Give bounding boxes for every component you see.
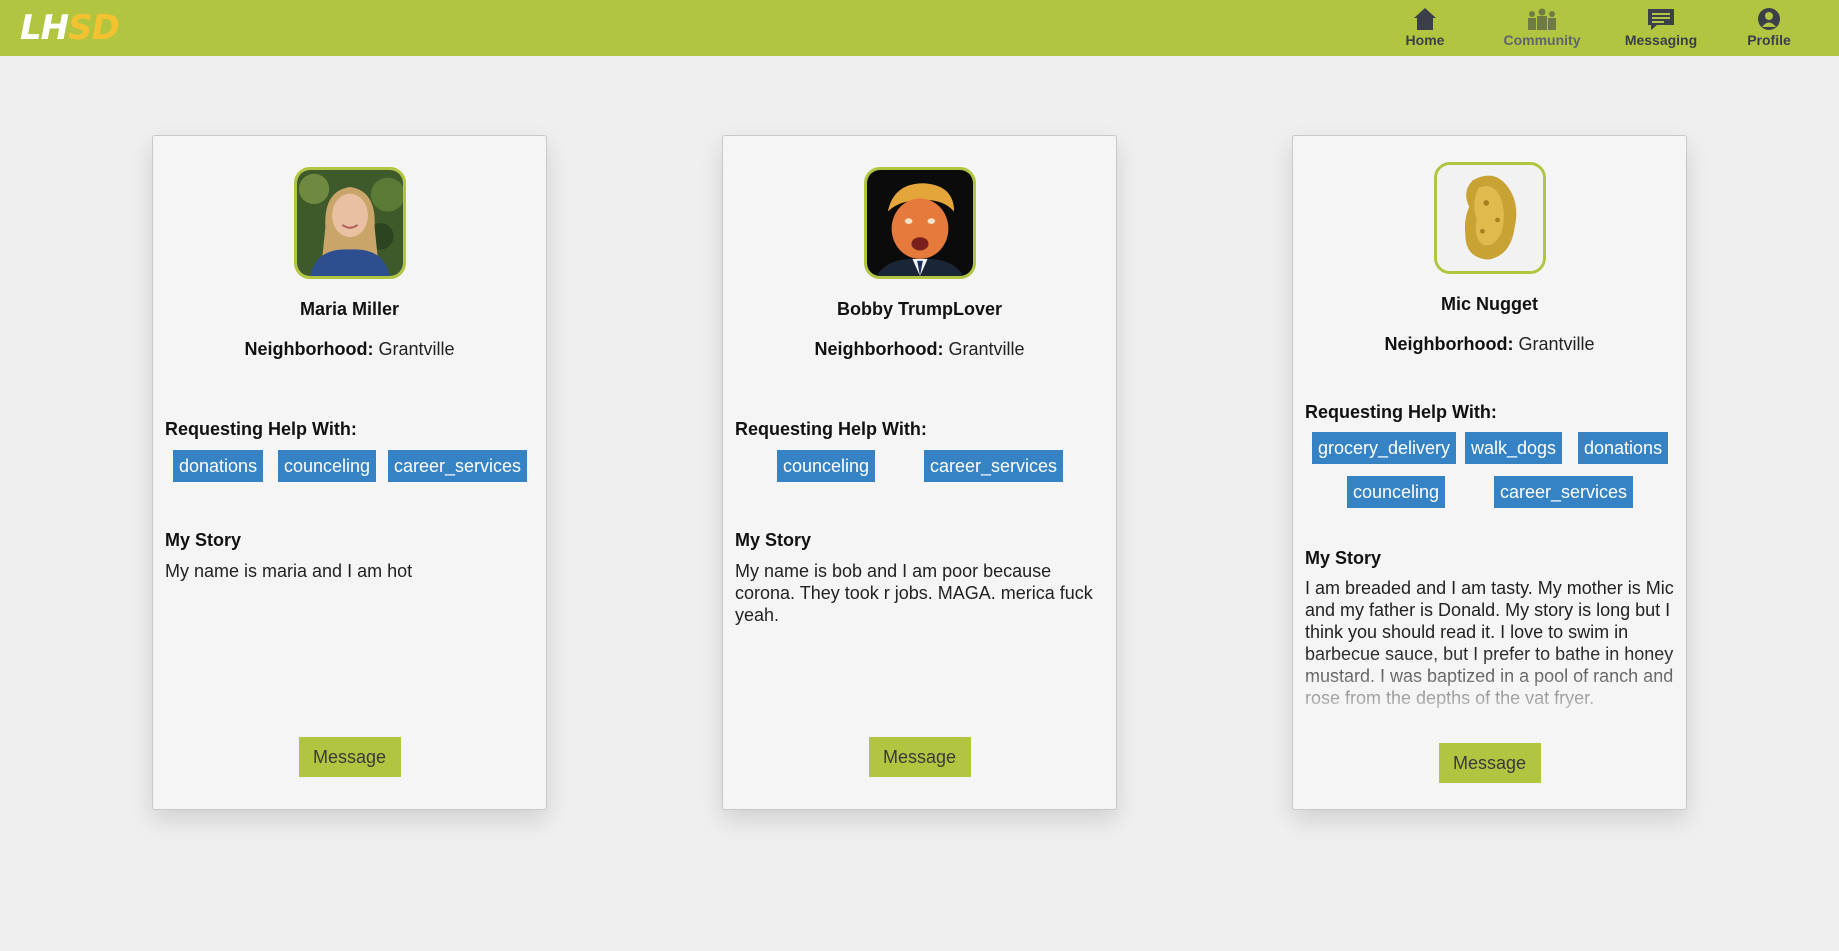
nav-home-label: Home <box>1405 32 1445 48</box>
nav-home[interactable]: Home <box>1370 6 1480 52</box>
help-tag[interactable]: counceling <box>777 450 876 482</box>
avatar <box>863 167 976 279</box>
neighborhood-label: Neighborhood: <box>814 339 944 359</box>
top-navbar: LHSD Home Community Messaging Profile <box>0 0 1839 56</box>
profile-card: Maria Miller Neighborhood: Grantville Re… <box>152 135 547 810</box>
user-name: Bobby TrumpLover <box>836 299 1002 319</box>
neighborhood-value: Grantville <box>1518 334 1595 354</box>
story-text: I am breaded and I am tasty. My mother i… <box>1305 578 1674 708</box>
profile-icon <box>1714 6 1824 32</box>
user-name: Mic Nugget <box>1441 294 1538 314</box>
logo-text-primary: LH <box>20 8 69 48</box>
profile-card: Bobby TrumpLover Neighborhood: Grantvill… <box>722 135 1117 810</box>
caricature-portrait-photo <box>866 170 973 276</box>
neighborhood-line: Neighborhood: Grantville <box>723 339 1116 360</box>
help-tag[interactable]: donations <box>173 450 264 482</box>
help-tag[interactable]: grocery_delivery <box>1312 432 1457 464</box>
neighborhood-label: Neighborhood: <box>244 339 374 359</box>
avatar <box>1433 162 1546 274</box>
help-tag[interactable]: counceling <box>278 450 377 482</box>
avatar <box>293 167 406 279</box>
woman-portrait-photo <box>296 170 403 276</box>
help-tag[interactable]: career_services <box>388 450 528 482</box>
help-tag[interactable]: counceling <box>1347 476 1446 508</box>
neighborhood-value: Grantville <box>948 339 1025 359</box>
my-story-heading: My Story <box>1305 548 1382 568</box>
help-tag[interactable]: walk_dogs <box>1465 432 1563 464</box>
nav-messaging[interactable]: Messaging <box>1606 6 1716 52</box>
home-icon <box>1370 6 1480 32</box>
app-logo[interactable]: LHSD <box>20 8 120 48</box>
message-button[interactable]: Message <box>1438 743 1541 783</box>
story-text: My name is bob and I am poor because cor… <box>735 561 1093 625</box>
message-button[interactable]: Message <box>868 737 971 777</box>
requesting-help-heading: Requesting Help With: <box>165 419 357 439</box>
logo-text-accent: SD <box>68 8 120 48</box>
profile-card: Mic Nugget Neighborhood: Grantville Requ… <box>1292 135 1687 810</box>
community-icon <box>1487 6 1597 32</box>
requesting-help-heading: Requesting Help With: <box>1305 402 1497 422</box>
my-story-heading: My Story <box>165 530 242 550</box>
help-tag[interactable]: donations <box>1578 432 1669 464</box>
message-button[interactable]: Message <box>298 737 401 777</box>
nav-profile-label: Profile <box>1747 32 1791 48</box>
nav-messaging-label: Messaging <box>1624 32 1698 48</box>
neighborhood-line: Neighborhood: Grantville <box>1293 334 1686 355</box>
messaging-icon <box>1606 6 1716 32</box>
requesting-help-heading: Requesting Help With: <box>735 419 927 439</box>
help-tag[interactable]: career_services <box>924 450 1064 482</box>
neighborhood-value: Grantville <box>378 339 455 359</box>
my-story-heading: My Story <box>735 530 812 550</box>
neighborhood-label: Neighborhood: <box>1384 334 1514 354</box>
neighborhood-line: Neighborhood: Grantville <box>153 339 546 360</box>
nav-community-label: Community <box>1503 32 1581 48</box>
user-name: Maria Miller <box>299 299 400 319</box>
story-text: My name is maria and I am hot <box>165 561 413 581</box>
nav-community[interactable]: Community <box>1487 6 1597 52</box>
help-tag[interactable]: career_services <box>1494 476 1634 508</box>
chicken-nugget-photo <box>1436 165 1543 271</box>
nav-profile[interactable]: Profile <box>1714 6 1824 52</box>
